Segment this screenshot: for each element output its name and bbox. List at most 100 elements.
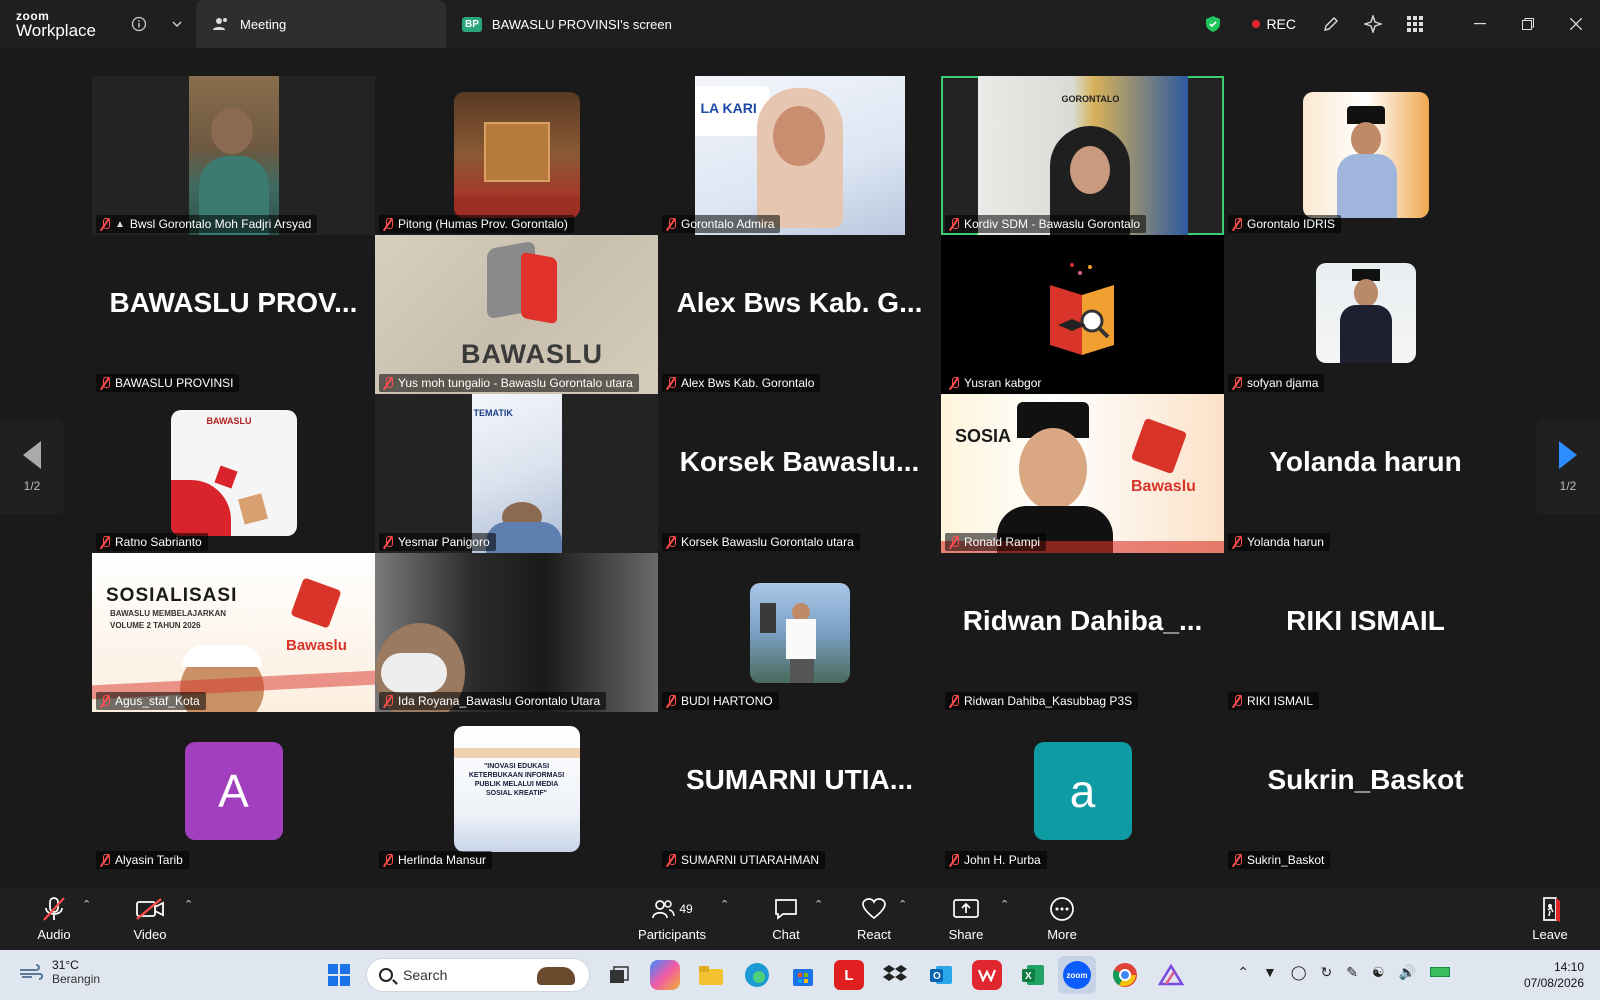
participants-button[interactable]: 49 Participants (632, 888, 712, 950)
mic-muted-icon (100, 853, 110, 867)
weather-condition: Berangin (52, 972, 101, 986)
tab-meeting[interactable]: Meeting (196, 0, 446, 48)
excel-icon[interactable]: X (1018, 960, 1048, 990)
taskbar-search[interactable]: Search (366, 958, 590, 992)
annotate-pen-icon[interactable] (1310, 0, 1352, 48)
participant-tile-active-speaker[interactable]: GORONTALO Kordiv SDM - Bawaslu Gorontalo (941, 76, 1224, 235)
name-label: Herlinda Mansur (379, 851, 493, 869)
recording-indicator[interactable]: REC (1238, 16, 1310, 32)
affinity-app-icon[interactable] (1156, 960, 1186, 990)
mic-muted-icon (666, 217, 676, 231)
close-button[interactable] (1552, 0, 1600, 48)
microsoft-store-icon[interactable] (788, 960, 818, 990)
chrome-icon[interactable] (1110, 960, 1140, 990)
chat-label: Chat (772, 927, 800, 942)
participant-tile[interactable]: a John H. Purba (941, 712, 1224, 871)
chat-button[interactable]: Chat (766, 888, 806, 950)
more-button[interactable]: More (1042, 888, 1082, 950)
participant-name: Ratno Sabrianto (115, 535, 202, 549)
info-icon[interactable] (120, 0, 158, 48)
clock[interactable]: 14:10 07/08/2026 (1524, 959, 1584, 991)
dropbox-icon[interactable] (880, 960, 910, 990)
security-shield-icon[interactable] (1188, 0, 1238, 48)
sync-icon[interactable]: ↻ (1321, 964, 1333, 981)
participant-display-name: BAWASLU PROV... (109, 286, 358, 318)
name-label: Yesmar Panigoro (379, 533, 496, 551)
participant-tile[interactable]: Sukrin_Baskot Sukrin_Baskot (1224, 712, 1507, 871)
leave-button[interactable]: Leave (1530, 888, 1570, 950)
l-app-icon[interactable]: L (834, 960, 864, 990)
participant-tile[interactable]: Ida Royana_Bawaslu Gorontalo Utara (375, 553, 658, 712)
name-label: John H. Purba (945, 851, 1047, 869)
participant-tile[interactable]: BAWASLU Ratno Sabrianto (92, 394, 375, 553)
participant-display-name: SUMARNI UTIA... (685, 763, 914, 795)
chevron-down-icon[interactable] (158, 0, 196, 48)
minimize-button[interactable] (1456, 0, 1504, 48)
participant-tile[interactable]: BAWASLU PROV... BAWASLU PROVINSI (92, 235, 375, 394)
battery-icon[interactable] (1430, 967, 1450, 977)
participant-tile[interactable]: LA KARI Gorontalo Admira (658, 76, 941, 235)
video-button[interactable]: Video (126, 888, 174, 950)
date: 07/08/2026 (1523, 976, 1584, 990)
weather-widget[interactable]: 31°C Berangin (18, 958, 100, 986)
participant-tile[interactable]: A Alyasin Tarib (92, 712, 375, 871)
participant-tile[interactable]: TEMATIK Yesmar Panigoro (375, 394, 658, 553)
participant-tile[interactable]: Ridwan Dahiba_... Ridwan Dahiba_Kasubbag… (941, 553, 1224, 712)
participant-tile[interactable]: BAWASLU Yus moh tungalio - Bawaslu Goron… (375, 235, 658, 394)
mic-muted-icon (100, 535, 110, 549)
react-options-caret[interactable]: ⌃ (898, 898, 907, 911)
share-button[interactable]: Share (944, 888, 988, 950)
wifi-icon[interactable]: ☯ (1372, 964, 1385, 981)
meeting-controls: Audio ⌃ Video ⌃ 49 Participants ⌃ Chat ⌃… (0, 888, 1600, 950)
share-options-caret[interactable]: ⌃ (1000, 898, 1009, 911)
mic-muted-icon (1232, 694, 1242, 708)
participant-tile[interactable]: Korsek Bawaslu... Korsek Bawaslu Goronta… (658, 394, 941, 553)
page-indicator: 1/2 (1559, 479, 1577, 493)
edge-browser-icon[interactable] (742, 960, 772, 990)
outlook-icon[interactable]: O (926, 960, 956, 990)
zoom-taskbar-icon[interactable]: zoom (1058, 956, 1096, 994)
participant-tile[interactable]: "INOVASI EDUKASI KETERBUKAAN INFORMASI P… (375, 712, 658, 871)
name-label: Alex Bws Kab. Gorontalo (662, 374, 821, 392)
tab-shared-screen[interactable]: BP BAWASLU PROVINSI's screen (446, 0, 688, 48)
copilot-icon[interactable] (650, 960, 680, 990)
participant-tile[interactable]: RIKI ISMAIL RIKI ISMAIL (1224, 553, 1507, 712)
leave-door-icon (1543, 897, 1560, 922)
wps-office-icon[interactable] (972, 960, 1002, 990)
participant-tile[interactable]: Gorontalo IDRIS (1224, 76, 1507, 235)
participant-tile[interactable]: SOSIA Bawaslu Ronald Rampi (941, 394, 1224, 553)
participants-icon (213, 18, 227, 30)
next-page-button[interactable]: 1/2 (1536, 420, 1600, 514)
prev-page-button[interactable]: 1/2 (0, 420, 64, 514)
mic-muted-icon (666, 694, 676, 708)
audio-options-caret[interactable]: ⌃ (82, 898, 91, 911)
react-button[interactable]: React (852, 888, 896, 950)
restore-button[interactable] (1504, 0, 1552, 48)
ai-companion-icon[interactable] (1352, 0, 1394, 48)
participant-tile[interactable]: Yolanda harun Yolanda harun (1224, 394, 1507, 553)
audio-button[interactable]: Audio (30, 888, 78, 950)
bluetooth-off-icon[interactable]: ◯ (1291, 964, 1307, 981)
participants-options-caret[interactable]: ⌃ (720, 898, 729, 911)
participant-tile[interactable]: Pitong (Humas Prov. Gorontalo) (375, 76, 658, 235)
apps-grid-icon[interactable] (1394, 0, 1436, 48)
participant-tile[interactable]: BUDI HARTONO (658, 553, 941, 712)
file-explorer-icon[interactable] (696, 960, 726, 990)
participant-tile[interactable]: SOSIALISASI BAWASLU MEMBELAJARKAN VOLUME… (92, 553, 375, 712)
vpn-icon[interactable]: ▼ (1263, 964, 1277, 981)
participant-tile[interactable]: ▲ Bwsl Gorontalo Moh Fadjri Arsyad (92, 76, 375, 235)
video-options-caret[interactable]: ⌃ (184, 898, 193, 911)
participant-count: 49 (679, 902, 693, 916)
participant-tile[interactable]: SUMARNI UTIA... SUMARNI UTIARAHMAN (658, 712, 941, 871)
task-view-icon[interactable] (604, 960, 634, 990)
more-dots-icon (1050, 897, 1074, 921)
volume-icon[interactable]: 🔊 (1399, 964, 1416, 981)
participant-tile[interactable]: sofyan djama (1224, 235, 1507, 394)
participant-tile[interactable]: Yusran kabgor (941, 235, 1224, 394)
participant-name: Yusran kabgor (964, 376, 1042, 390)
pen-icon[interactable]: ✎ (1346, 964, 1358, 981)
chat-options-caret[interactable]: ⌃ (814, 898, 823, 911)
windows-start-icon[interactable] (324, 960, 354, 990)
tray-overflow-icon[interactable]: ⌃ (1237, 964, 1249, 981)
participant-tile[interactable]: Alex Bws Kab. G... Alex Bws Kab. Goronta… (658, 235, 941, 394)
